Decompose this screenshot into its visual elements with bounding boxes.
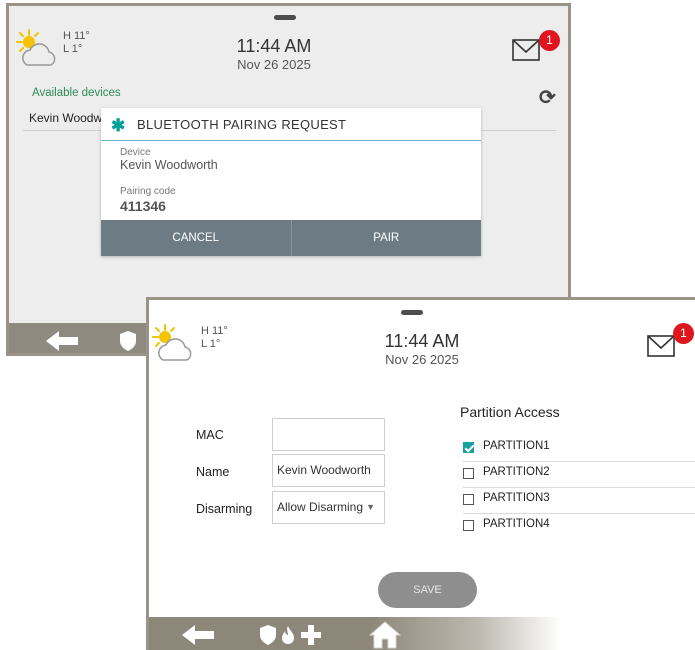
back-arrow-icon[interactable] bbox=[182, 625, 214, 645]
weather-low: L 1° bbox=[201, 338, 221, 350]
dialog-title: BLUETOOTH PAIRING REQUEST bbox=[137, 117, 347, 132]
partition-row[interactable]: PARTITION3 bbox=[463, 488, 695, 514]
message-count-badge: 1 bbox=[539, 30, 560, 51]
dialog-header: ✱ BLUETOOTH PAIRING REQUEST bbox=[101, 108, 481, 141]
partition-label: PARTITION4 bbox=[483, 518, 550, 530]
mac-input[interactable] bbox=[272, 418, 385, 451]
disarming-value: Allow Disarming bbox=[277, 500, 364, 514]
partition-checkbox-checked[interactable] bbox=[463, 442, 474, 453]
partition-access-title: Partition Access bbox=[460, 404, 560, 420]
device-list-item[interactable]: Kevin Woodw bbox=[29, 111, 102, 125]
chevron-down-icon: ▼ bbox=[366, 502, 375, 512]
bluetooth-pairing-dialog: ✱ BLUETOOTH PAIRING REQUEST Device Kevin… bbox=[101, 108, 481, 256]
name-label: Name bbox=[196, 465, 230, 479]
partition-label: PARTITION3 bbox=[483, 492, 550, 504]
partition-checkbox[interactable] bbox=[463, 520, 474, 531]
pull-down-handle[interactable] bbox=[274, 15, 296, 20]
back-arrow-icon[interactable] bbox=[46, 331, 78, 351]
device-label: Device bbox=[120, 147, 151, 158]
shield-icon[interactable] bbox=[119, 330, 137, 352]
bluetooth-icon: ✱ bbox=[111, 116, 126, 135]
weather-low: L 1° bbox=[63, 43, 83, 55]
weather-high: H 11° bbox=[201, 325, 228, 337]
shield-icon[interactable] bbox=[259, 624, 277, 646]
cancel-button[interactable]: CANCEL bbox=[101, 220, 291, 256]
dialog-actions: CANCEL PAIR bbox=[101, 220, 481, 256]
disarming-select[interactable]: Allow Disarming ▼ bbox=[272, 491, 385, 524]
bottom-nav-bar bbox=[149, 617, 695, 650]
name-input[interactable]: Kevin Woodworth bbox=[272, 454, 385, 487]
partition-row[interactable]: PARTITION1 bbox=[463, 436, 695, 462]
available-devices-label: Available devices bbox=[32, 87, 121, 99]
partition-row[interactable]: PARTITION4 bbox=[463, 514, 695, 540]
mac-label: MAC bbox=[196, 428, 224, 442]
partition-checkbox[interactable] bbox=[463, 468, 474, 479]
mail-icon[interactable] bbox=[647, 335, 675, 357]
clock-date: Nov 26 2025 bbox=[385, 352, 459, 367]
home-icon[interactable] bbox=[369, 621, 401, 649]
partition-label: PARTITION1 bbox=[483, 440, 550, 452]
save-button[interactable]: SAVE bbox=[378, 572, 477, 608]
device-value: Kevin Woodworth bbox=[120, 158, 218, 172]
mail-icon[interactable] bbox=[512, 39, 540, 61]
pair-button[interactable]: PAIR bbox=[290, 220, 482, 256]
disarming-label: Disarming bbox=[196, 502, 253, 516]
weather-high: H 11° bbox=[63, 30, 90, 42]
foreground-screen: H 11° L 1° 11:44 AM Nov 26 2025 1 MAC Na… bbox=[146, 297, 695, 650]
partition-row[interactable]: PARTITION2 bbox=[463, 462, 695, 488]
partition-label: PARTITION2 bbox=[483, 466, 550, 478]
medical-cross-icon[interactable] bbox=[301, 625, 321, 645]
fire-icon[interactable] bbox=[280, 625, 296, 645]
partly-cloudy-icon bbox=[152, 324, 192, 361]
clock-time: 11:44 AM bbox=[236, 36, 312, 56]
partition-checkbox[interactable] bbox=[463, 494, 474, 505]
pairing-code-label: Pairing code bbox=[120, 186, 176, 197]
clock-time: 11:44 AM bbox=[384, 331, 460, 351]
clock-date: Nov 26 2025 bbox=[237, 57, 311, 72]
partly-cloudy-icon bbox=[16, 29, 56, 66]
pull-down-handle[interactable] bbox=[401, 310, 423, 315]
pairing-code-value: 411346 bbox=[120, 198, 166, 214]
message-count-badge: 1 bbox=[673, 323, 694, 344]
refresh-icon[interactable]: ⟳ bbox=[539, 85, 556, 110]
